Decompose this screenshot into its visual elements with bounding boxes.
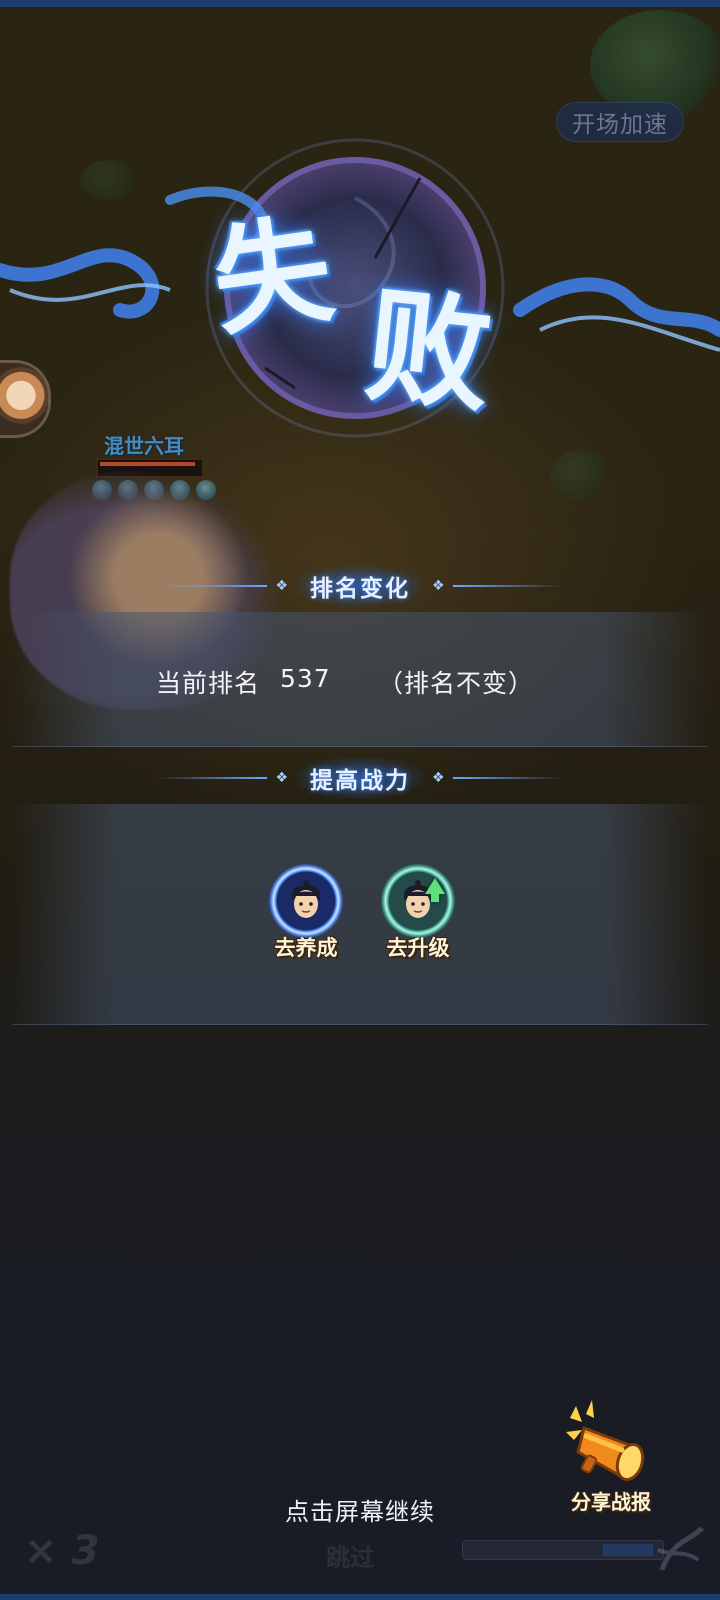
improve-power-title: 提高战力 xyxy=(296,757,424,799)
energy-bar-fill xyxy=(603,1544,653,1556)
rank-change-note: （排名不变） xyxy=(378,669,535,698)
defeat-title-char-2: 败 xyxy=(359,272,499,431)
battle-speed-multiplier: × 3 xyxy=(24,1528,100,1574)
current-rank-value: 537 xyxy=(280,664,331,693)
current-rank-label: 当前排名 xyxy=(156,669,261,698)
hero-upgrade-icon xyxy=(381,864,455,938)
header-line-right xyxy=(452,777,563,779)
battle-result-screen[interactable]: 开场加速 混世六耳 失 败 ❖ 排名变化 ❖ 当前排名 537 （排名不变） ❖… xyxy=(0,0,720,1600)
opening-speedup-button[interactable]: 开场加速 xyxy=(556,102,684,142)
header-line-left xyxy=(157,585,268,587)
header-line-right xyxy=(452,585,563,587)
enemy-name: 混世六耳 xyxy=(104,434,184,458)
go-nurture-button[interactable]: 去养成 xyxy=(256,864,356,974)
power-panel xyxy=(12,804,708,1025)
header-line-left xyxy=(157,777,268,779)
defeat-title-char-1: 失 xyxy=(204,198,341,353)
megaphone-icon xyxy=(566,1400,645,1482)
rank-change-header: ❖ 排名变化 ❖ xyxy=(0,565,720,607)
go-upgrade-button[interactable]: 去升级 xyxy=(368,864,468,974)
hero-nurture-icon xyxy=(269,864,343,938)
diamond-ornament-icon: ❖ xyxy=(432,770,445,786)
enemy-hp-fill xyxy=(100,462,195,466)
defeat-title: 失 败 xyxy=(0,180,720,430)
diamond-ornament-icon: ❖ xyxy=(275,770,288,786)
share-battle-report-label: 分享战报 xyxy=(571,1490,651,1514)
upgrade-arrow-icon xyxy=(425,878,445,902)
bottom-status-strip xyxy=(0,1594,720,1600)
rank-panel: 当前排名 537 （排名不变） xyxy=(12,612,708,747)
improve-power-header: ❖ 提高战力 ❖ xyxy=(0,757,720,799)
skill-ornament-icon xyxy=(657,1526,704,1571)
energy-bar xyxy=(462,1540,664,1560)
skip-button: 跳过 xyxy=(326,1544,374,1572)
diamond-ornament-icon: ❖ xyxy=(275,578,288,594)
rank-change-title: 排名变化 xyxy=(296,565,424,607)
top-status-strip xyxy=(0,0,720,7)
diamond-ornament-icon: ❖ xyxy=(432,578,445,594)
share-battle-report-button[interactable]: 分享战报 xyxy=(552,1400,672,1514)
background-bush xyxy=(550,450,610,500)
hero-face-icon xyxy=(292,880,320,918)
